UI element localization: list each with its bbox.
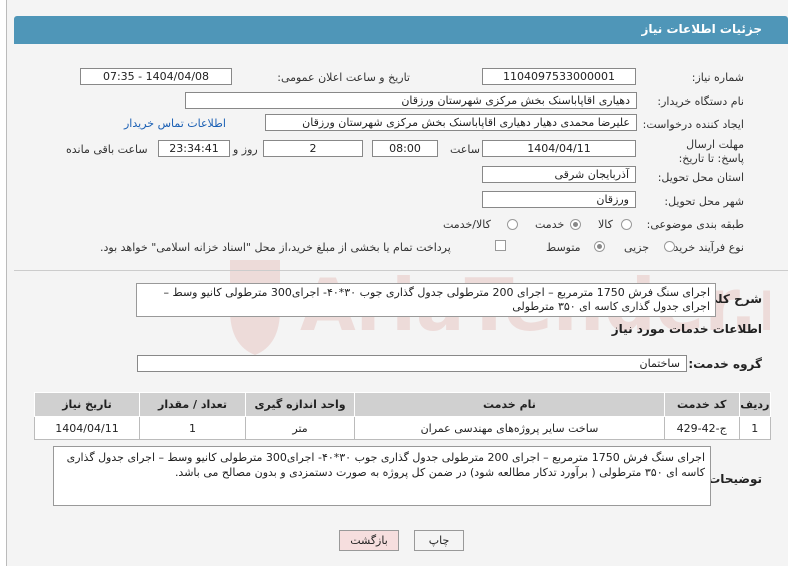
creator-label: ایجاد کننده درخواست:	[642, 118, 744, 131]
category-service-radio[interactable]	[570, 219, 581, 230]
deadline-label: مهلت ارسال پاسخ: تا تاریخ:	[678, 138, 744, 165]
remaining-time-field: 23:34:41	[158, 140, 230, 157]
services-table: ردیف کد خدمت نام خدمت واحد اندازه گیری ت…	[34, 392, 772, 440]
deadline-date-field: 1404/04/11	[482, 140, 636, 157]
deadline-time-label: ساعت	[450, 143, 480, 156]
purchase-minor-radio[interactable]	[664, 241, 675, 252]
summary-textarea[interactable]: اجرای سنگ فرش 1750 مترمربع – اجرای 200 م…	[136, 283, 716, 317]
page-header: جزئیات اطلاعات نیاز	[14, 16, 788, 44]
deadline-time-field: 08:00	[372, 140, 438, 157]
services-section-title: اطلاعات خدمات مورد نیاز	[611, 322, 762, 336]
buyer-org-label: نام دستگاه خریدار:	[657, 95, 744, 108]
purchase-minor-label: جزیی	[624, 241, 650, 254]
cell-row-number: 1	[738, 416, 772, 440]
payment-treasury-checkbox[interactable]	[495, 240, 506, 251]
need-number-label: شماره نیاز:	[691, 71, 744, 84]
back-button[interactable]: بازگشت	[339, 530, 399, 551]
service-group-label: گروه خدمت:	[688, 357, 762, 371]
category-goods-label: کالا	[598, 218, 613, 231]
page-title: جزئیات اطلاعات نیاز	[641, 22, 762, 36]
cell-unit: متر	[244, 416, 356, 440]
col-header-row-number: ردیف	[738, 392, 772, 417]
city-label: شهر محل تحویل:	[664, 195, 744, 208]
col-header-unit: واحد اندازه گیری	[244, 392, 356, 417]
col-header-quantity: تعداد / مقدار	[139, 392, 246, 417]
category-goods-service-radio[interactable]	[507, 219, 518, 230]
remaining-label: ساعت باقی مانده	[66, 143, 148, 156]
cell-quantity: 1	[139, 416, 246, 440]
need-number-field: 1104097533000001	[482, 68, 636, 85]
city-field: ورزقان	[482, 191, 636, 208]
table-header-row: ردیف کد خدمت نام خدمت واحد اندازه گیری ت…	[34, 392, 772, 417]
public-date-label: تاریخ و ساعت اعلان عمومی:	[277, 71, 410, 84]
creator-field: علیرضا محمدی دهیار دهیاری اقاپاباسنک بخش…	[265, 114, 637, 131]
col-header-need-date: تاریخ نیاز	[34, 392, 140, 417]
col-header-service-name: نام خدمت	[354, 392, 665, 417]
contact-buyer-link[interactable]: اطلاعات تماس خریدار	[124, 117, 226, 130]
category-goods-radio[interactable]	[621, 219, 632, 230]
province-label: استان محل تحویل:	[657, 171, 744, 184]
category-label: طبقه بندی موضوعی:	[646, 218, 744, 231]
category-service-label: خدمت	[535, 218, 565, 231]
print-button[interactable]: چاپ	[414, 530, 464, 551]
table-row: 1 ج-42-429 ساخت سایر پروژه‌های مهندسی عم…	[34, 416, 772, 440]
cell-service-name: ساخت سایر پروژه‌های مهندسی عمران	[354, 416, 665, 440]
days-label: روز و	[233, 143, 258, 156]
category-goods-service-label: کالا/خدمت	[443, 218, 491, 231]
province-field: آذربایجان شرقی	[482, 166, 636, 183]
cell-service-code: ج-42-429	[663, 416, 740, 440]
purchase-type-label: نوع فرآیند خرید :	[666, 241, 744, 254]
purchase-medium-label: متوسط	[546, 241, 581, 254]
payment-note: پرداخت تمام یا بخشی از مبلغ خرید،از محل …	[100, 241, 451, 254]
days-field: 2	[263, 140, 363, 157]
public-date-field: 1404/04/08 - 07:35	[80, 68, 232, 85]
service-group-field: ساختمان	[137, 355, 687, 372]
purchase-medium-radio[interactable]	[594, 241, 605, 252]
buyer-org-field: دهیاری اقاپاباسنک بخش مرکزی شهرستان ورزق…	[185, 92, 637, 109]
cell-need-date: 1404/04/11	[34, 416, 140, 440]
divider	[14, 270, 788, 271]
buyer-notes-textarea[interactable]: اجرای سنگ فرش 1750 مترمربع – اجرای 200 م…	[53, 446, 711, 506]
col-header-service-code: کد خدمت	[663, 392, 740, 417]
